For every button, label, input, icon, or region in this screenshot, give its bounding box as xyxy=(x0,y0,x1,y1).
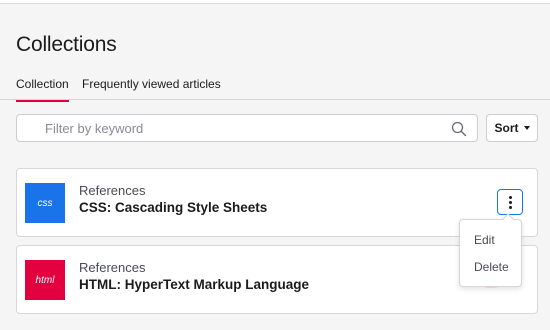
menu-item-delete[interactable]: Delete xyxy=(474,260,509,274)
search-icon[interactable] xyxy=(451,121,467,137)
sort-button[interactable]: Sort xyxy=(486,114,538,142)
more-options-button[interactable] xyxy=(497,189,523,215)
collection-tag: References xyxy=(79,183,146,198)
page-title: Collections xyxy=(16,33,117,56)
menu-item-edit[interactable]: Edit xyxy=(474,233,495,247)
sort-label: Sort xyxy=(494,121,519,135)
collection-title[interactable]: HTML: HyperText Markup Language xyxy=(79,276,309,294)
caret-down-icon xyxy=(523,126,530,130)
css-thumbnail: css xyxy=(25,183,65,223)
tab-frequently-viewed[interactable]: Frequently viewed articles xyxy=(82,77,221,100)
search-input[interactable] xyxy=(17,115,477,141)
top-bar xyxy=(0,0,550,4)
vertical-ellipsis-icon xyxy=(508,195,512,199)
collection-title[interactable]: CSS: Cascading Style Sheets xyxy=(79,199,267,217)
collection-tag: References xyxy=(79,260,146,275)
tab-collection[interactable]: Collection xyxy=(16,77,69,102)
context-menu: Edit Delete xyxy=(459,213,522,287)
tab-bar: Collection Frequently viewed articles xyxy=(0,74,550,102)
search-box xyxy=(16,114,478,142)
html-thumbnail: html xyxy=(25,260,65,300)
